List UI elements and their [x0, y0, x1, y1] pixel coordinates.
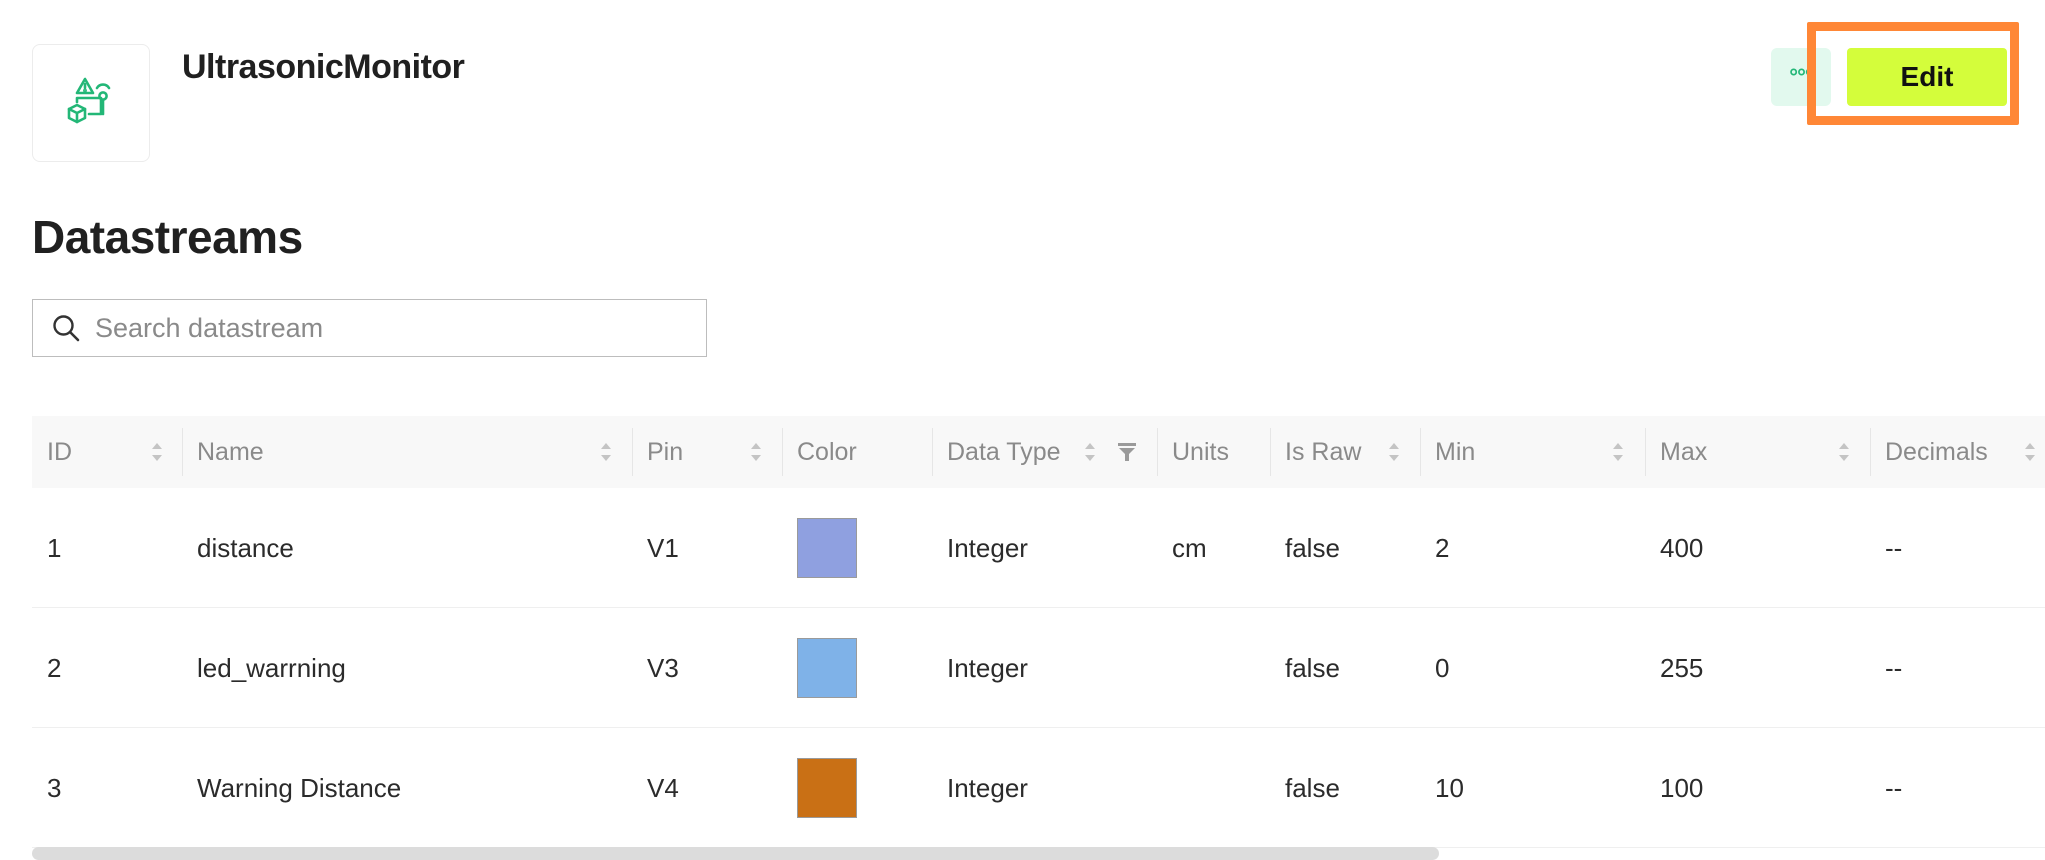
column-header-name[interactable]: Name	[182, 416, 632, 488]
cell-max: 100	[1660, 772, 1704, 803]
cell-name[interactable]: distance	[182, 488, 632, 608]
table-row[interactable]: 3 Warning Distance V4 Integer false 10 1…	[32, 728, 2045, 848]
column-header-label: Color	[797, 437, 857, 466]
column-header-label: Is Raw	[1285, 437, 1362, 466]
datastreams-table: ID Name Pin Color Data Type Units Is Raw…	[32, 416, 2045, 860]
cell-decimals: --	[1885, 532, 1903, 563]
search-input[interactable]	[95, 312, 675, 344]
cell-pin: V1	[647, 532, 679, 563]
color-swatch	[797, 758, 857, 818]
column-header-label: Decimals	[1885, 437, 1988, 466]
cell-name[interactable]: led_warrning	[182, 608, 632, 728]
search-icon	[51, 313, 81, 343]
cell-min: 2	[1435, 532, 1450, 563]
table-header: ID Name Pin Color Data Type Units Is Raw…	[32, 416, 2045, 488]
cell-decimals: --	[1885, 772, 1903, 803]
cell-id: 1	[47, 532, 62, 563]
product-page: UltrasonicMonitor °°° Edit Datastreams I…	[0, 0, 2045, 860]
product-title: UltrasonicMonitor	[182, 48, 465, 86]
cell-decimals: --	[1885, 652, 1903, 683]
sort-icon[interactable]	[600, 441, 612, 463]
table-row[interactable]: 1 distance V1 Integer cm false 2 400 --	[32, 488, 2045, 608]
section-title: Datastreams	[32, 211, 303, 263]
sort-icon[interactable]	[2024, 441, 2036, 463]
cell-data-type: Integer	[947, 772, 1028, 803]
cell-name[interactable]: Warning Distance	[182, 728, 632, 848]
cell-color	[782, 728, 932, 848]
cell-data-type: Integer	[947, 652, 1028, 683]
cell-is-raw: false	[1285, 772, 1340, 803]
cell-color	[782, 608, 932, 728]
cell-max: 400	[1660, 532, 1704, 563]
column-header-decimals[interactable]: Decimals	[1870, 416, 2045, 488]
column-header-label: Pin	[647, 437, 684, 466]
cell-max: 255	[1660, 652, 1704, 683]
device-template-icon	[67, 77, 111, 124]
column-header-label: Units	[1172, 437, 1229, 466]
column-header-label: Data Type	[947, 437, 1061, 466]
sort-icon[interactable]	[750, 441, 762, 463]
sort-icon[interactable]	[1612, 441, 1624, 463]
sort-icon[interactable]	[1388, 441, 1400, 463]
cell-id: 2	[47, 652, 62, 683]
cell-pin: V3	[647, 652, 679, 683]
cell-units	[1157, 728, 1270, 848]
cell-is-raw: false	[1285, 532, 1340, 563]
search-box[interactable]	[32, 299, 707, 357]
column-header-label: ID	[47, 437, 72, 466]
column-header-label: Min	[1435, 437, 1476, 466]
cell-pin: V4	[647, 772, 679, 803]
cell-data-type: Integer	[947, 532, 1028, 563]
sort-icon[interactable]	[151, 441, 163, 463]
filter-icon[interactable]	[1117, 442, 1137, 462]
column-header-color: Color	[782, 416, 932, 488]
sort-icon[interactable]	[1838, 441, 1850, 463]
column-header-max[interactable]: Max	[1645, 416, 1870, 488]
product-logo	[32, 44, 150, 162]
cell-color	[782, 488, 932, 608]
sort-icon[interactable]	[1084, 441, 1096, 463]
cell-min: 10	[1435, 772, 1464, 803]
table-row[interactable]: 2 led_warrning V3 Integer false 0 255 --	[32, 608, 2045, 728]
cell-is-raw: false	[1285, 652, 1340, 683]
more-options-button[interactable]: °°°	[1771, 48, 1831, 106]
cell-units	[1157, 608, 1270, 728]
horizontal-scrollbar[interactable]	[32, 847, 1439, 860]
color-swatch	[797, 638, 857, 698]
color-swatch	[797, 518, 857, 578]
edit-button[interactable]: Edit	[1847, 48, 2007, 106]
cell-id: 3	[47, 772, 62, 803]
cell-min: 0	[1435, 652, 1450, 683]
column-header-units: Units	[1157, 416, 1270, 488]
column-header-label: Max	[1660, 437, 1708, 466]
cell-units: cm	[1172, 532, 1207, 563]
more-dots-icon: °°°	[1789, 64, 1813, 89]
column-header-label: Name	[197, 437, 264, 466]
